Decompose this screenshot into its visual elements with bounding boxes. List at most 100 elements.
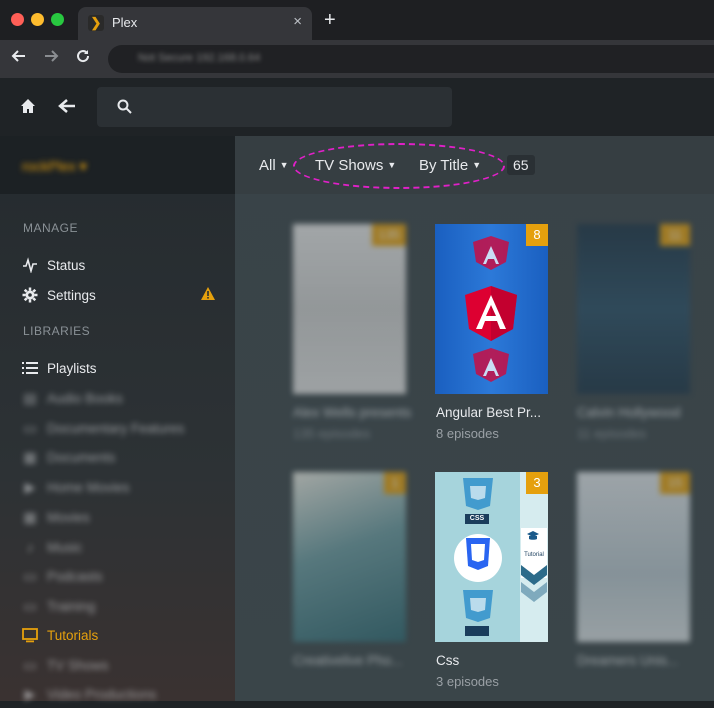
plex-top-bar bbox=[0, 78, 714, 136]
episode-count-badge: 8 bbox=[526, 224, 548, 246]
library-content: All ▼ TV Shows ▼ By Title ▼ 65 135 Alex Wel… bbox=[235, 136, 714, 701]
gear-icon bbox=[22, 287, 38, 303]
monitor-icon bbox=[22, 627, 38, 643]
film-icon: ▦ bbox=[23, 509, 37, 525]
sidebar-item-label: Music bbox=[47, 540, 83, 555]
sidebar-item-library[interactable]: ▭ TV Shows bbox=[22, 655, 222, 679]
item-count-badge: 65 bbox=[507, 155, 535, 175]
back-icon[interactable] bbox=[58, 98, 76, 119]
close-window-button[interactable] bbox=[11, 13, 24, 26]
maximize-window-button[interactable] bbox=[51, 13, 64, 26]
show-subtitle: 11 episodes bbox=[577, 426, 647, 441]
audiobook-icon: ▤ bbox=[23, 390, 37, 406]
show-poster[interactable]: 1 bbox=[293, 472, 406, 642]
show-title[interactable]: Angular Best Pr... bbox=[436, 405, 541, 420]
forward-arrow-icon[interactable] bbox=[43, 48, 59, 68]
show-title[interactable]: Creativelive Pho... bbox=[293, 653, 403, 668]
activity-icon bbox=[22, 257, 38, 274]
sidebar: rockPlex ▾ MANAGE Status Settings LIBRAR… bbox=[0, 136, 235, 702]
show-title[interactable]: Css bbox=[436, 653, 459, 668]
home-icon[interactable] bbox=[20, 98, 36, 119]
highlight-annotation bbox=[293, 143, 505, 189]
music-icon: ♪ bbox=[26, 539, 34, 555]
show-subtitle: 135 episodes bbox=[293, 426, 371, 441]
sidebar-item-playlists[interactable]: Playlists bbox=[22, 358, 222, 382]
sidebar-item-label: Status bbox=[47, 258, 86, 273]
manage-header: MANAGE bbox=[23, 221, 79, 235]
episode-count-badge: 135 bbox=[372, 224, 406, 246]
new-tab-button[interactable]: + bbox=[324, 9, 336, 32]
episode-count-badge: 11 bbox=[660, 224, 690, 246]
sidebar-item-status[interactable]: Status bbox=[22, 255, 222, 279]
reload-icon[interactable] bbox=[75, 48, 91, 68]
show-poster[interactable]: 135 bbox=[293, 224, 406, 394]
libraries-header: LIBRARIES bbox=[23, 324, 91, 338]
show-poster-css[interactable]: CSS Tutorial 3 bbox=[435, 472, 548, 642]
show-title[interactable]: Alex Wells presents bbox=[293, 405, 411, 420]
server-name: rockPlex ▾ bbox=[22, 158, 87, 174]
sidebar-item-label: Documentary Features bbox=[47, 421, 185, 436]
search-input[interactable] bbox=[97, 87, 452, 127]
show-title[interactable]: Calvin Hollywood bbox=[577, 405, 681, 420]
sidebar-item-label: Audio Books bbox=[47, 391, 123, 406]
show-poster[interactable]: 11 bbox=[577, 224, 690, 394]
browser-toolbar: Not Secure 192.168.0.64 bbox=[0, 40, 714, 78]
tab-title: Plex bbox=[112, 15, 138, 30]
browser-tab-bar: ❯ Plex × + bbox=[0, 0, 714, 40]
video-icon: ▶ bbox=[24, 479, 36, 495]
sidebar-item-library[interactable]: ▦ Documents bbox=[22, 447, 222, 471]
photo-icon: ▦ bbox=[23, 449, 37, 465]
filter-label: All bbox=[259, 157, 276, 174]
sidebar-item-label: Training bbox=[47, 599, 96, 614]
sidebar-item-library[interactable]: ▭ Documentary Features bbox=[22, 418, 222, 442]
search-icon bbox=[117, 99, 132, 119]
sidebar-item-library[interactable]: ▭ Podcasts bbox=[22, 566, 222, 590]
sidebar-item-label: Movies bbox=[47, 510, 90, 525]
back-arrow-icon[interactable] bbox=[11, 48, 27, 68]
sidebar-item-settings[interactable]: Settings bbox=[22, 285, 222, 309]
podcast-icon: ▭ bbox=[23, 568, 37, 584]
sidebar-item-library[interactable]: ♪ Music bbox=[22, 537, 222, 561]
plex-favicon-icon: ❯ bbox=[88, 15, 104, 31]
show-title[interactable]: Dreamers Unis... bbox=[577, 653, 678, 668]
episode-count-badge: 15 bbox=[660, 472, 690, 494]
server-selector[interactable]: rockPlex ▾ bbox=[0, 136, 235, 194]
monitor-icon: ▭ bbox=[23, 598, 37, 614]
address-text: Not Secure 192.168.0.64 bbox=[138, 52, 261, 64]
show-subtitle: 3 episodes bbox=[436, 674, 499, 689]
list-icon bbox=[22, 360, 38, 376]
sidebar-item-library[interactable]: ▶ Video Productions bbox=[22, 684, 222, 708]
browser-tab-plex[interactable]: ❯ Plex × bbox=[78, 7, 312, 40]
sidebar-item-library[interactable]: ▶ Home Movies bbox=[22, 477, 222, 501]
sidebar-item-tutorials[interactable]: Tutorials bbox=[22, 625, 222, 649]
address-bar[interactable]: Not Secure 192.168.0.64 bbox=[108, 45, 714, 73]
episode-count-badge: 1 bbox=[384, 472, 406, 494]
filter-bar: All ▼ TV Shows ▼ By Title ▼ 65 bbox=[235, 136, 714, 194]
warning-icon[interactable] bbox=[201, 287, 215, 305]
episode-count-badge: 3 bbox=[526, 472, 548, 494]
sidebar-item-label: Tutorials bbox=[47, 628, 99, 643]
show-subtitle: 8 episodes bbox=[436, 426, 499, 441]
sidebar-item-label: Video Productions bbox=[47, 687, 157, 702]
tv-icon: ▭ bbox=[23, 657, 37, 673]
sidebar-item-label: Documents bbox=[47, 450, 116, 465]
video-icon: ▶ bbox=[24, 686, 36, 702]
tv-icon: ▭ bbox=[23, 420, 37, 436]
sidebar-item-library[interactable]: ▤ Audio Books bbox=[22, 388, 222, 412]
sidebar-item-label: Home Movies bbox=[47, 480, 130, 495]
minimize-window-button[interactable] bbox=[31, 13, 44, 26]
sidebar-item-label: Podcasts bbox=[47, 569, 103, 584]
sidebar-item-label: Settings bbox=[47, 288, 96, 303]
caret-down-icon: ▼ bbox=[279, 160, 289, 170]
angular-logo-icon bbox=[465, 236, 517, 382]
css-small-label: CSS bbox=[469, 515, 485, 522]
sidebar-item-label: Playlists bbox=[47, 361, 97, 376]
tab-close-icon[interactable]: × bbox=[293, 13, 302, 30]
filter-all-dropdown[interactable]: All ▼ bbox=[259, 157, 289, 174]
show-poster[interactable]: 15 bbox=[577, 472, 690, 642]
tutorial-label: Tutorial bbox=[524, 552, 544, 558]
sidebar-item-label: TV Shows bbox=[47, 658, 109, 673]
show-poster-angular[interactable]: 8 bbox=[435, 224, 548, 394]
sidebar-item-library[interactable]: ▭ Training bbox=[22, 596, 222, 620]
sidebar-item-library[interactable]: ▦ Movies bbox=[22, 507, 222, 531]
